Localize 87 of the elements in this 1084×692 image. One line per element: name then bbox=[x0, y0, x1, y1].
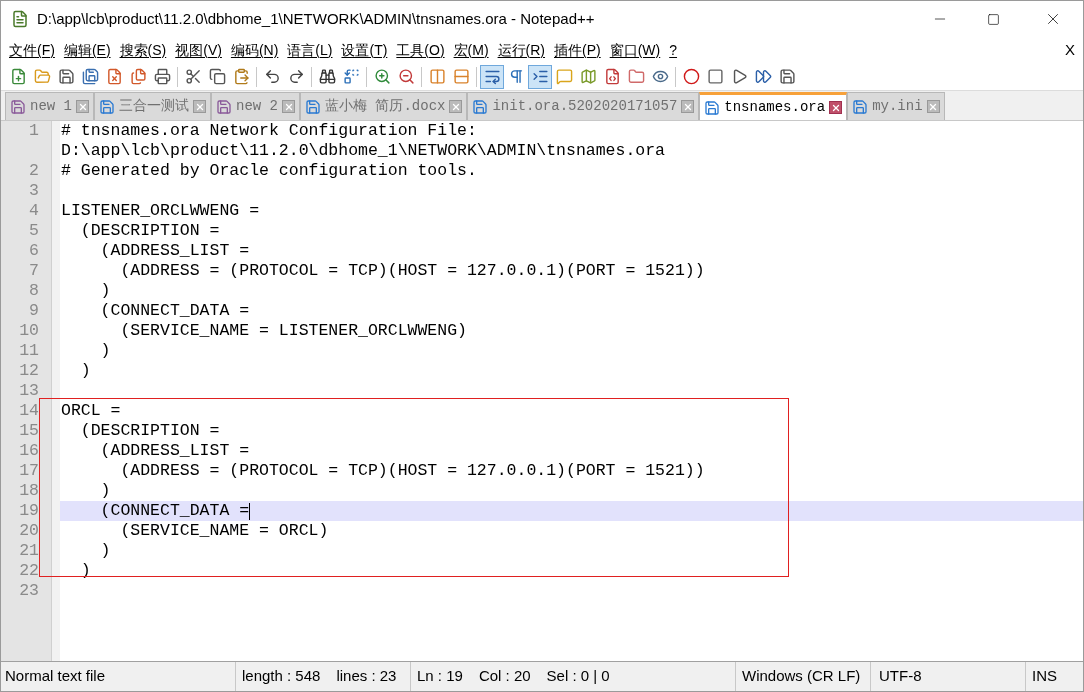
line-number: 22 bbox=[19, 561, 39, 581]
menu-item[interactable]: 编码(N) bbox=[226, 39, 283, 61]
tab-close-icon[interactable] bbox=[193, 100, 206, 113]
line-number: 21 bbox=[19, 541, 39, 561]
insert-mode-label: INS bbox=[1032, 666, 1057, 687]
menu-item[interactable]: 文件(F) bbox=[5, 39, 59, 61]
file-tab[interactable]: 三合一测试 bbox=[94, 92, 211, 120]
window-title: D:\app\lcb\product\11.2.0\dbhome_1\NETWORK\ADMIN\tnsnames.ora - Notepad++ bbox=[37, 8, 596, 29]
code-text: LISTENER_ORCLWWENG = bbox=[61, 201, 260, 221]
code-text: ) bbox=[99, 281, 111, 301]
wrap-text-icon[interactable] bbox=[480, 64, 504, 89]
menu-item[interactable]: 运行(R) bbox=[493, 39, 549, 61]
tab-close-icon[interactable] bbox=[926, 100, 940, 113]
line-number: 20 bbox=[19, 521, 39, 541]
file-tab[interactable]: my.ini bbox=[847, 92, 945, 120]
tab-close-icon[interactable] bbox=[76, 100, 89, 113]
menu-item[interactable]: 语言(L) bbox=[283, 39, 337, 61]
menu-item[interactable]: 插件(P) bbox=[550, 39, 605, 61]
line-number: 8 bbox=[29, 281, 39, 301]
code-text: (SERVICE_NAME = ORCL) bbox=[119, 521, 329, 541]
menu-item[interactable]: 宏(M) bbox=[449, 39, 493, 61]
notepad-icon bbox=[11, 10, 29, 28]
line-number: 10 bbox=[19, 321, 39, 341]
line-number: 5 bbox=[29, 221, 39, 241]
menu-item[interactable]: 视图(V) bbox=[171, 39, 226, 61]
code-text: (ADDRESS = (PROTOCOL = TCP)(HOST = 127.0.0.1)(PORT = 1521)) bbox=[119, 461, 705, 481]
menu-item[interactable]: 窗口(W) bbox=[605, 39, 665, 61]
close-document-button[interactable]: X bbox=[1065, 38, 1075, 62]
length-label: length : 548 bbox=[242, 666, 321, 687]
file-tab[interactable]: new 2 bbox=[211, 92, 301, 120]
indent-icon[interactable] bbox=[528, 64, 552, 89]
tab-close-icon[interactable] bbox=[829, 101, 843, 114]
line-number: 7 bbox=[29, 261, 39, 281]
menu-item[interactable]: 编辑(E) bbox=[59, 39, 115, 61]
code-text: (CONNECT_DATA = bbox=[99, 301, 250, 321]
tab-close-icon[interactable] bbox=[449, 100, 463, 113]
tab-close-icon[interactable] bbox=[681, 100, 695, 113]
line-label: Ln : 19 bbox=[417, 666, 463, 687]
tab-close-icon[interactable] bbox=[282, 100, 296, 113]
encoding-label: UTF-8 bbox=[879, 666, 922, 687]
line-number: 6 bbox=[29, 241, 39, 261]
file-tab[interactable]: init.ora.5202020171057 bbox=[467, 92, 700, 120]
code-text: ) bbox=[79, 561, 91, 581]
line-number: 14 bbox=[19, 401, 39, 421]
menu-item[interactable]: ? bbox=[665, 39, 682, 61]
lines-label: lines : 23 bbox=[336, 666, 397, 687]
code-text: # Generated by Oracle configuration tools. bbox=[61, 161, 477, 181]
menu-item[interactable]: 设置(T) bbox=[337, 39, 392, 61]
text-cursor bbox=[249, 502, 251, 520]
line-number: 12 bbox=[19, 361, 39, 381]
line-number: 16 bbox=[19, 441, 39, 461]
line-ending-label: Windows (CR LF) bbox=[742, 666, 861, 687]
code-text: ) bbox=[99, 481, 111, 501]
code-text: (ADDRESS_LIST = bbox=[99, 241, 250, 261]
code-text: (DESCRIPTION = bbox=[79, 421, 220, 441]
line-number: 2 bbox=[29, 161, 39, 181]
code-text: ORCL = bbox=[61, 401, 121, 421]
code-text: (ADDRESS = (PROTOCOL = TCP)(HOST = 127.0.0.1)(PORT = 1521)) bbox=[119, 261, 705, 281]
line-number: 19 bbox=[19, 501, 39, 521]
code-text: (CONNECT_DATA = bbox=[99, 501, 250, 521]
line-number: 23 bbox=[19, 581, 39, 601]
line-number: 4 bbox=[29, 201, 39, 221]
line-number: 17 bbox=[19, 461, 39, 481]
file-tab[interactable]: new 1 bbox=[5, 92, 94, 120]
menu-item[interactable]: 搜索(S) bbox=[115, 39, 171, 61]
file-type-label: Normal text file bbox=[5, 666, 106, 687]
file-tab[interactable]: 蓝小梅 简历.docx bbox=[300, 92, 468, 120]
menu-item[interactable]: 工具(O) bbox=[392, 39, 449, 61]
file-tab[interactable]: tnsnames.ora bbox=[699, 92, 848, 120]
line-number: 3 bbox=[29, 181, 39, 201]
line-number: 1 bbox=[29, 121, 39, 141]
code-text: (DESCRIPTION = bbox=[79, 221, 220, 241]
code-text: # tnsnames.ora Network Configuration File: bbox=[61, 121, 477, 141]
selection-label: Sel : 0 | 0 bbox=[546, 666, 610, 687]
code-text: (ADDRESS_LIST = bbox=[99, 441, 250, 461]
maximize-icon[interactable] bbox=[986, 12, 1000, 26]
line-number: 11 bbox=[19, 341, 39, 361]
code-text: ) bbox=[99, 541, 111, 561]
code-text: ) bbox=[79, 361, 91, 381]
code-text: D:\app\lcb\product\11.2.0\dbhome_1\NETWORK\ADMIN\tnsnames.ora bbox=[61, 141, 665, 161]
line-number: 9 bbox=[29, 301, 39, 321]
line-number: 18 bbox=[19, 481, 39, 501]
line-number: 15 bbox=[19, 421, 39, 441]
line-number: 13 bbox=[19, 381, 39, 401]
column-label: Col : 20 bbox=[478, 666, 531, 687]
code-text: (SERVICE_NAME = LISTENER_ORCLWWENG) bbox=[119, 321, 467, 341]
code-text: ) bbox=[99, 341, 111, 361]
